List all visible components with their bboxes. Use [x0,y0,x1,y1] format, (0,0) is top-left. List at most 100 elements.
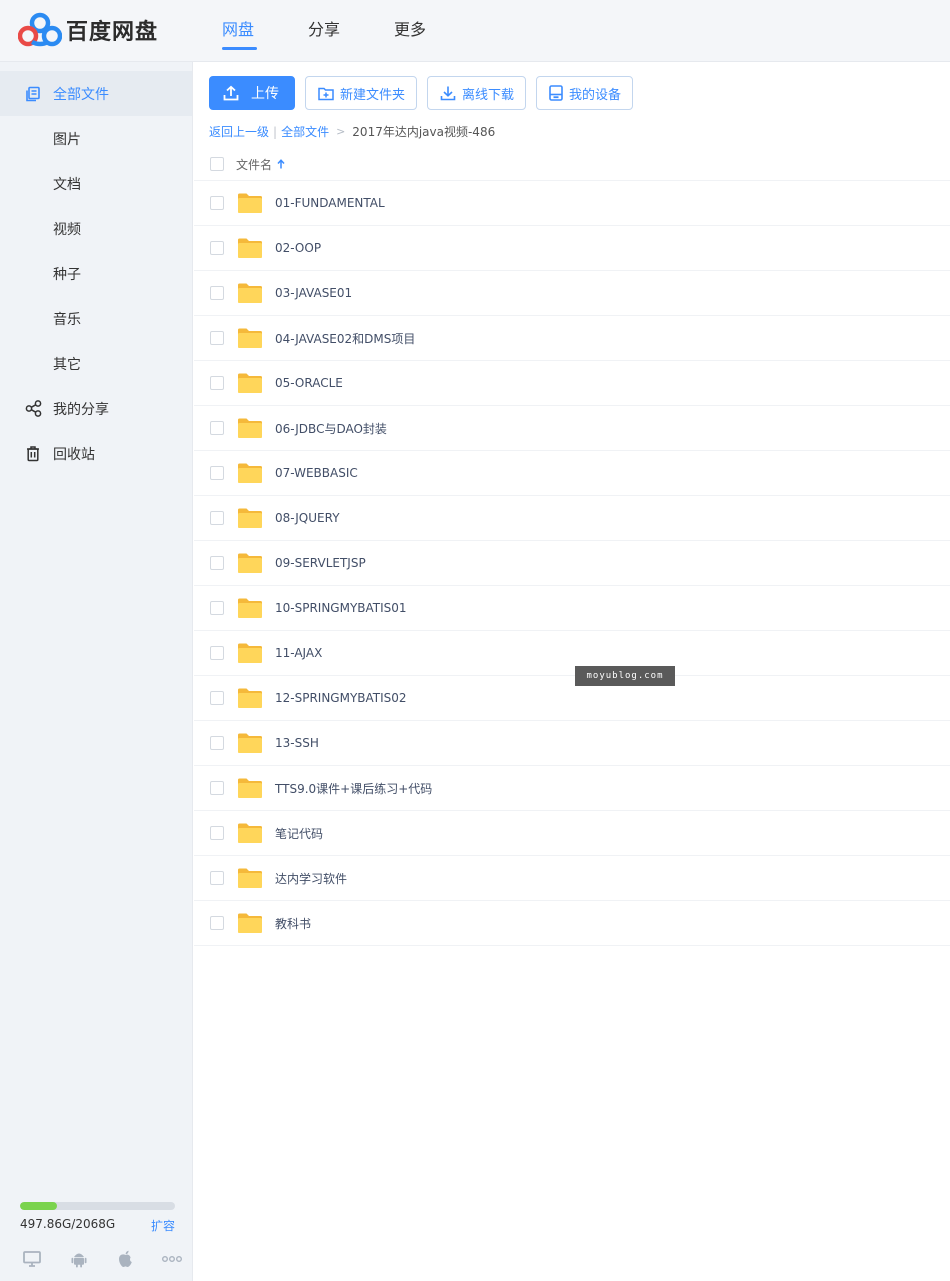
row-checkbox[interactable] [210,331,224,345]
storage-quota: 497.86G/2068G 扩容 [20,1202,175,1234]
apple-icon[interactable] [115,1249,135,1269]
offline-download-label: 离线下载 [462,87,515,103]
file-name[interactable]: 笔记代码 [275,825,323,842]
toolbar: 上传 新建文件夹 离线下载 我的设备 [209,76,643,110]
nav-tab-netdisk[interactable]: 网盘 [222,0,308,62]
new-folder-button[interactable]: 新建文件夹 [305,76,418,110]
file-row[interactable]: 笔记代码 [194,811,950,856]
main-content: 上传 新建文件夹 离线下载 我的设备 返回上一级 | 全部文件 > 2017年达… [194,62,950,1281]
row-checkbox[interactable] [210,511,224,525]
new-folder-icon [318,87,334,100]
file-name[interactable]: 04-JAVASE02和DMS项目 [275,330,415,347]
file-row[interactable]: 02-OOP [194,226,950,271]
file-row[interactable]: TTS9.0课件+课后练习+代码 [194,766,950,811]
file-name[interactable]: 12-SPRINGMYBATIS02 [275,691,407,705]
nav-tab-share[interactable]: 分享 [308,0,394,62]
row-checkbox[interactable] [210,421,224,435]
file-row[interactable]: 05-ORACLE [194,361,950,406]
folder-icon [238,913,262,933]
file-name[interactable]: TTS9.0课件+课后练习+代码 [275,780,432,797]
row-checkbox[interactable] [210,781,224,795]
row-checkbox[interactable] [210,556,224,570]
top-nav: 网盘 分享 更多 [222,0,480,62]
select-all-checkbox[interactable] [210,157,224,171]
row-checkbox[interactable] [210,736,224,750]
sidebar-item-documents[interactable]: 文档 [0,161,192,206]
file-row[interactable]: 教科书 [194,901,950,946]
file-name[interactable]: 08-JQUERY [275,511,340,525]
breadcrumb-back-link[interactable]: 返回上一级 [209,123,269,140]
file-row[interactable]: 03-JAVASE01 [194,271,950,316]
row-checkbox[interactable] [210,916,224,930]
folder-icon [238,238,262,258]
row-checkbox[interactable] [210,691,224,705]
sidebar-item-my-share[interactable]: 我的分享 [0,386,192,431]
folder-icon [238,733,262,753]
file-name[interactable]: 02-OOP [275,241,321,255]
file-row[interactable]: 09-SERVLETJSP [194,541,950,586]
row-checkbox[interactable] [210,376,224,390]
row-checkbox[interactable] [210,826,224,840]
my-devices-button[interactable]: 我的设备 [536,76,634,110]
file-name[interactable]: 06-JDBC与DAO封装 [275,420,387,437]
file-row[interactable]: 达内学习软件 [194,856,950,901]
sidebar-item-label: 文档 [53,176,81,193]
file-name[interactable]: 达内学习软件 [275,870,347,887]
file-name[interactable]: 10-SPRINGMYBATIS01 [275,601,407,615]
sidebar-item-images[interactable]: 图片 [0,116,192,161]
row-checkbox[interactable] [210,466,224,480]
all-files-icon [24,85,42,103]
column-header-filename[interactable]: 文件名 [236,156,272,173]
file-row[interactable]: 12-SPRINGMYBATIS02 [194,676,950,721]
row-checkbox[interactable] [210,196,224,210]
file-row[interactable]: 01-FUNDAMENTAL [194,181,950,226]
row-checkbox[interactable] [210,286,224,300]
offline-download-button[interactable]: 离线下载 [427,76,527,110]
folder-icon [238,778,262,798]
file-row[interactable]: 11-AJAX [194,631,950,676]
row-checkbox[interactable] [210,871,224,885]
nav-tab-more[interactable]: 更多 [394,0,480,62]
file-name[interactable]: 07-WEBBASIC [275,466,358,480]
android-icon[interactable] [69,1249,89,1269]
file-name[interactable]: 教科书 [275,915,311,932]
file-name[interactable]: 01-FUNDAMENTAL [275,196,385,210]
file-name[interactable]: 09-SERVLETJSP [275,556,366,570]
file-name[interactable]: 03-JAVASE01 [275,286,352,300]
device-icon [549,85,563,101]
sidebar-item-videos[interactable]: 视频 [0,206,192,251]
file-row[interactable]: 06-JDBC与DAO封装 [194,406,950,451]
folder-icon [238,598,262,618]
file-row[interactable]: 10-SPRINGMYBATIS01 [194,586,950,631]
sidebar-item-recycle-bin[interactable]: 回收站 [0,431,192,476]
sort-ascending-icon[interactable] [277,159,285,169]
folder-icon [238,508,262,528]
more-icon[interactable] [161,1249,182,1269]
upload-button[interactable]: 上传 [209,76,295,110]
breadcrumb-all-files-link[interactable]: 全部文件 [281,123,329,140]
desktop-icon[interactable] [22,1249,42,1269]
file-row[interactable]: 07-WEBBASIC [194,451,950,496]
sidebar-item-other[interactable]: 其它 [0,341,192,386]
file-name[interactable]: 13-SSH [275,736,319,750]
expand-storage-link[interactable]: 扩容 [151,1217,175,1234]
file-list: 01-FUNDAMENTAL 02-OOP 03-JAVASE01 04-JAV… [194,181,950,946]
logo[interactable]: 百度网盘 [18,12,158,48]
breadcrumb-current: 2017年达内java视频-486 [352,125,496,139]
file-row[interactable]: 08-JQUERY [194,496,950,541]
row-checkbox[interactable] [210,601,224,615]
file-row[interactable]: 13-SSH [194,721,950,766]
file-name[interactable]: 05-ORACLE [275,376,343,390]
row-checkbox[interactable] [210,646,224,660]
sidebar-item-music[interactable]: 音乐 [0,296,192,341]
folder-icon [238,373,262,393]
upload-label: 上传 [251,86,279,102]
row-checkbox[interactable] [210,241,224,255]
file-row[interactable]: 04-JAVASE02和DMS项目 [194,316,950,361]
file-name[interactable]: 11-AJAX [275,646,322,660]
folder-icon [238,688,262,708]
sidebar-item-all-files[interactable]: 全部文件 [0,71,192,116]
folder-icon [238,193,262,213]
sidebar-item-label: 全部文件 [53,86,109,103]
sidebar-item-torrents[interactable]: 种子 [0,251,192,296]
